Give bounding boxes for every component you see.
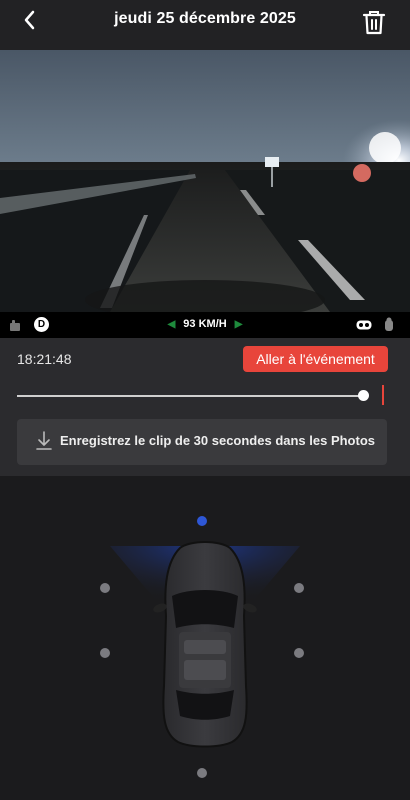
timestamp: 18:21:48 [17,351,72,367]
seatbelt-icon [385,317,393,331]
left-repeater-camera-dot[interactable] [100,648,110,658]
top-bar: jeudi 25 décembre 2025 [0,0,410,50]
dashcam-video[interactable] [0,50,410,312]
download-icon [36,431,52,450]
right-blinker-icon: ▶ [234,319,243,330]
speed-readout: ◀ 93 KM/H ▶ [0,318,410,330]
front-camera-dot[interactable] [197,516,207,526]
save-clip-label: Enregistrez le clip de 30 secondes dans … [60,433,376,448]
headlights-icon [356,320,372,330]
playback-panel: 18:21:48 Aller à l'événement Enregistrez… [0,338,410,476]
event-marker [382,385,384,405]
go-to-event-button[interactable]: Aller à l'événement [243,346,388,372]
save-clip-button[interactable]: Enregistrez le clip de 30 secondes dans … [17,419,387,465]
right-pillar-camera-dot[interactable] [294,583,304,593]
right-repeater-camera-dot[interactable] [294,648,304,658]
camera-selector [0,476,410,800]
left-pillar-camera-dot[interactable] [100,583,110,593]
left-blinker-icon: ◀ [167,319,176,330]
trash-icon[interactable] [362,10,386,36]
speed-value: 93 KM/H [183,318,227,330]
timeline-scrubber-handle[interactable] [358,390,369,401]
page-title: jeudi 25 décembre 2025 [114,10,296,27]
timeline-track[interactable] [17,395,367,397]
video-status-bar: D ◀ 93 KM/H ▶ [0,312,410,338]
rear-camera-dot[interactable] [197,768,207,778]
dashcam-frame-image [0,50,410,312]
